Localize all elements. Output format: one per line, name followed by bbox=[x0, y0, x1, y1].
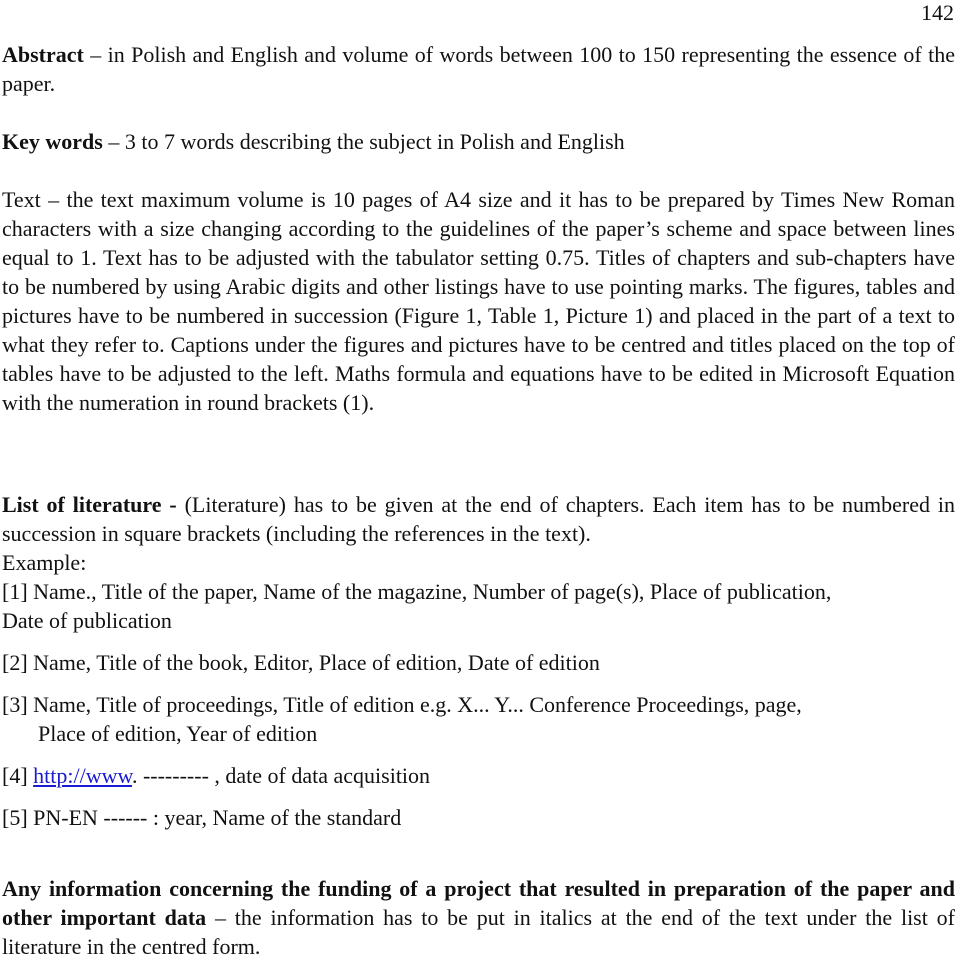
literature-term: List of literature - bbox=[2, 492, 177, 517]
reference-line: [5] PN-EN ------ : year, Name of the sta… bbox=[2, 805, 402, 830]
page-number: 142 bbox=[921, 0, 954, 25]
reference-suffix: . --------- , date of data acquisition bbox=[131, 763, 431, 788]
reference-item: [5] PN-EN ------ : year, Name of the sta… bbox=[2, 803, 955, 832]
reference-item: [3] Name, Title of proceedings, Title of… bbox=[2, 690, 955, 748]
abstract-text: – in Polish and English and volume of wo… bbox=[2, 42, 955, 96]
reference-line: Place of edition, Year of edition bbox=[38, 721, 318, 746]
reference-line: [1] Name., Title of the paper, Name of t… bbox=[2, 579, 832, 604]
reference-item: [4] http://www. --------- , date of data… bbox=[2, 761, 955, 790]
reference-line: [3] Name, Title of proceedings, Title of… bbox=[2, 692, 802, 717]
reference-item: [2] Name, Title of the book, Editor, Pla… bbox=[2, 648, 955, 677]
reference-link[interactable]: http://www bbox=[33, 763, 132, 788]
abstract-term: Abstract bbox=[2, 42, 84, 67]
reference-line: [2] Name, Title of the book, Editor, Pla… bbox=[2, 650, 600, 675]
example-label: Example: bbox=[2, 550, 87, 575]
keywords-text: – 3 to 7 words describing the subject in… bbox=[102, 129, 625, 154]
reference-item: [1] Name., Title of the paper, Name of t… bbox=[2, 577, 955, 635]
reference-prefix: [4] bbox=[2, 763, 34, 788]
keywords-paragraph: Key words – 3 to 7 words describing the … bbox=[2, 127, 955, 156]
abstract-paragraph: Abstract – in Polish and English and vol… bbox=[2, 40, 955, 98]
keywords-term: Key words bbox=[2, 129, 103, 154]
literature-paragraph: List of literature - (Literature) has to… bbox=[2, 490, 955, 577]
funding-paragraph: Any information concerning the funding o… bbox=[2, 874, 955, 961]
text-section-paragraph: Text – the text maximum volume is 10 pag… bbox=[2, 185, 955, 417]
reference-line: Date of publication bbox=[2, 608, 172, 633]
text-section-body: Text – the text maximum volume is 10 pag… bbox=[2, 187, 955, 415]
